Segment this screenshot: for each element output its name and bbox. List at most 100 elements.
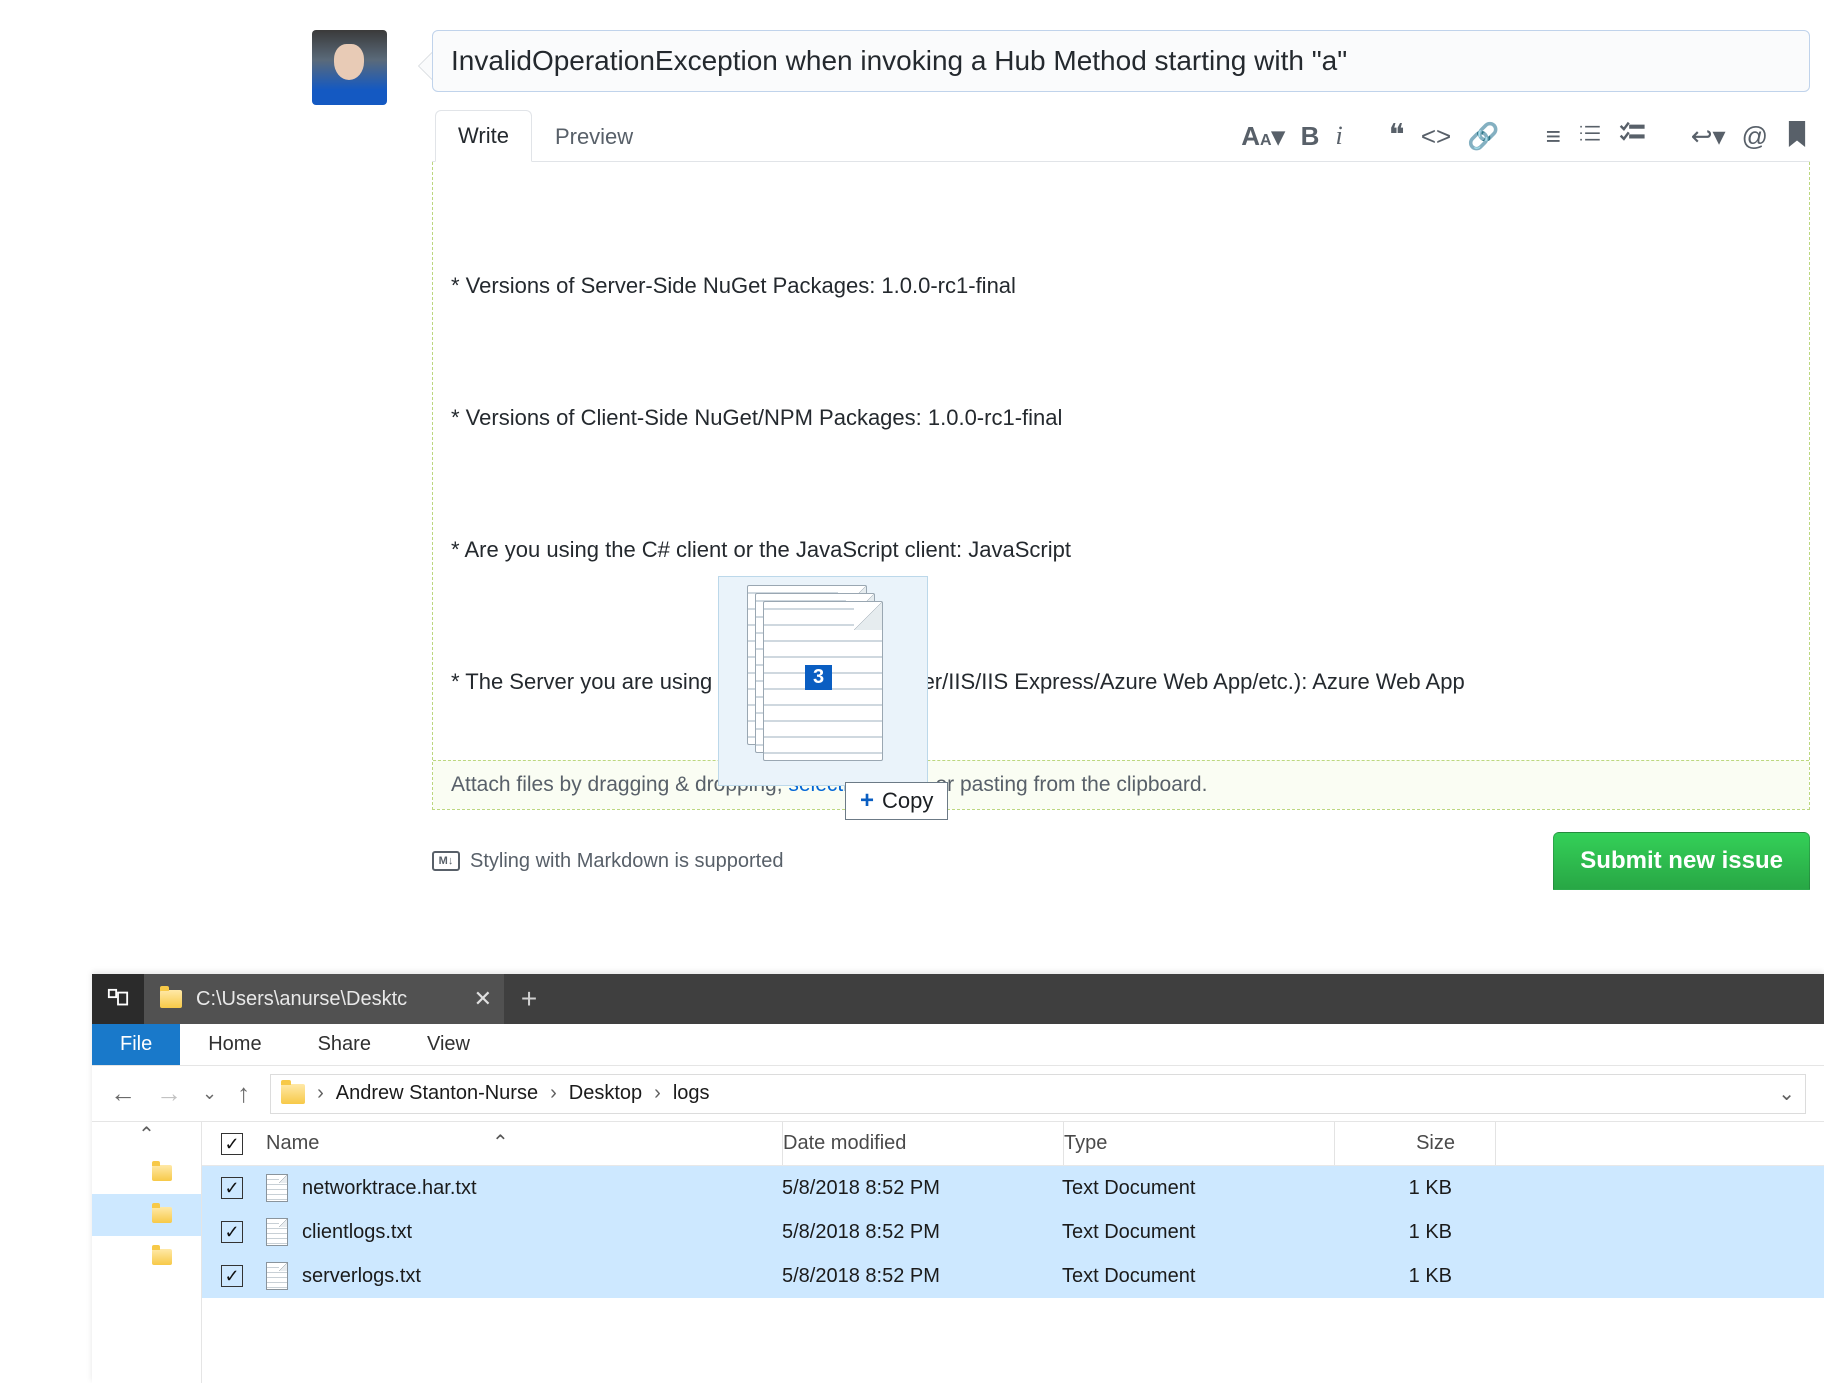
chevron-right-icon[interactable]: › <box>317 1082 324 1105</box>
markdown-hint[interactable]: M↓ Styling with Markdown is supported <box>432 850 783 873</box>
breadcrumb-expand-icon[interactable]: ⌄ <box>1778 1081 1795 1106</box>
row-checkbox[interactable] <box>221 1221 243 1243</box>
ribbon-view[interactable]: View <box>399 1024 498 1065</box>
file-name: clientlogs.txt <box>302 1221 412 1244</box>
tab-write[interactable]: Write <box>435 110 532 162</box>
ribbon-share[interactable]: Share <box>290 1024 399 1065</box>
code-icon[interactable]: <> <box>1421 123 1451 149</box>
select-all-checkbox[interactable] <box>221 1133 243 1155</box>
github-issue-composer: Write Preview AA▾ B i ❝ <> 🔗 ≡ <box>312 30 1692 890</box>
breadcrumb-segment[interactable]: Desktop <box>569 1082 642 1105</box>
file-type: Text Document <box>1062 1221 1332 1244</box>
bullet-list-icon[interactable]: ≡ <box>1546 123 1561 149</box>
drag-preview: 3 <box>718 576 928 786</box>
explorer-navbar: ← → ⌄ ↑ › Andrew Stanton-Nurse › Desktop… <box>92 1066 1824 1122</box>
submit-issue-button[interactable]: Submit new issue <box>1553 832 1810 890</box>
text-size-icon[interactable]: AA▾ <box>1241 123 1284 149</box>
file-type: Text Document <box>1062 1177 1332 1200</box>
sort-asc-icon: ⌃ <box>492 1130 509 1155</box>
tree-scroll-up-icon[interactable]: ⌃ <box>92 1122 201 1147</box>
text-file-icon <box>266 1262 288 1290</box>
file-size: 1 KB <box>1332 1265 1492 1288</box>
ribbon-file[interactable]: File <box>92 1024 180 1065</box>
tree-item[interactable] <box>92 1236 201 1278</box>
tree-item[interactable] <box>92 1152 201 1194</box>
new-tab-button[interactable]: + <box>504 974 554 1024</box>
nav-recent-icon[interactable]: ⌄ <box>202 1083 217 1104</box>
tab-overview-icon[interactable] <box>92 974 144 1024</box>
drag-copy-tooltip: + Copy <box>845 782 948 820</box>
folder-icon <box>160 990 182 1008</box>
file-date: 5/8/2018 8:52 PM <box>782 1177 1062 1200</box>
mention-icon[interactable]: @ <box>1742 123 1768 149</box>
close-tab-icon[interactable]: ✕ <box>474 986 492 1012</box>
file-type: Text Document <box>1062 1265 1332 1288</box>
plus-icon: + <box>860 787 874 815</box>
text-file-icon <box>266 1174 288 1202</box>
row-checkbox[interactable] <box>221 1177 243 1199</box>
body-line: * Are you using the C# client or the Jav… <box>451 528 1791 572</box>
breadcrumb-bar[interactable]: › Andrew Stanton-Nurse › Desktop › logs … <box>270 1074 1806 1114</box>
chevron-right-icon[interactable]: › <box>550 1082 557 1105</box>
column-type[interactable]: Type <box>1064 1132 1334 1155</box>
folder-icon <box>152 1165 172 1181</box>
tab-preview[interactable]: Preview <box>532 111 656 162</box>
file-name: networktrace.har.txt <box>302 1177 477 1200</box>
explorer-ribbon: File Home Share View <box>92 1024 1824 1066</box>
markdown-icon: M↓ <box>432 851 460 871</box>
tree-item[interactable] <box>92 1194 201 1236</box>
editor-tabs: Write Preview AA▾ B i ❝ <> 🔗 ≡ <box>432 106 1810 162</box>
column-size[interactable]: Size <box>1335 1132 1495 1155</box>
bold-icon[interactable]: B <box>1301 123 1320 149</box>
column-date[interactable]: Date modified <box>783 1132 1063 1155</box>
editor-container: * Versions of Server-Side NuGet Packages… <box>432 162 1810 810</box>
file-date: 5/8/2018 8:52 PM <box>782 1221 1062 1244</box>
ribbon-home[interactable]: Home <box>180 1024 289 1065</box>
file-explorer-window: C:\Users\anurse\Desktc ✕ + File Home Sha… <box>92 974 1824 1383</box>
task-list-icon[interactable] <box>1619 121 1645 151</box>
issue-title-input[interactable] <box>432 30 1810 92</box>
quote-icon[interactable]: ❝ <box>1389 121 1405 151</box>
nav-back-icon[interactable]: ← <box>110 1078 136 1109</box>
nav-up-icon[interactable]: ↑ <box>237 1078 250 1109</box>
speech-pointer <box>418 52 432 80</box>
avatar[interactable] <box>312 30 387 105</box>
file-name: serverlogs.txt <box>302 1265 421 1288</box>
file-size: 1 KB <box>1332 1221 1492 1244</box>
folder-icon <box>152 1249 172 1265</box>
file-date: 5/8/2018 8:52 PM <box>782 1265 1062 1288</box>
file-row[interactable]: networktrace.har.txt 5/8/2018 8:52 PM Te… <box>202 1166 1824 1210</box>
text-file-icon <box>266 1218 288 1246</box>
chevron-right-icon[interactable]: › <box>654 1082 661 1105</box>
body-line: * The Server you are using (Kestrel/Http… <box>451 660 1791 704</box>
list-header: Name⌃ Date modified Type Size <box>202 1122 1824 1166</box>
reply-icon[interactable]: ↩▾ <box>1691 123 1726 149</box>
explorer-tree[interactable]: ⌃ <box>92 1122 202 1383</box>
body-line: * Versions of Client-Side NuGet/NPM Pack… <box>451 396 1791 440</box>
explorer-tab-label: C:\Users\anurse\Desktc <box>196 988 460 1011</box>
explorer-file-list: Name⌃ Date modified Type Size networktra… <box>202 1122 1824 1383</box>
attach-hint: Attach files by dragging & dropping, sel… <box>433 760 1809 809</box>
formatting-toolbar: AA▾ B i ❝ <> 🔗 ≡ ↩▾ @ <box>1241 121 1810 151</box>
row-checkbox[interactable] <box>221 1265 243 1287</box>
explorer-titlebar: C:\Users\anurse\Desktc ✕ + <box>92 974 1824 1024</box>
bookmark-icon[interactable] <box>1784 121 1810 151</box>
breadcrumb-segment[interactable]: Andrew Stanton-Nurse <box>336 1082 538 1105</box>
folder-icon <box>281 1084 305 1104</box>
file-row[interactable]: serverlogs.txt 5/8/2018 8:52 PM Text Doc… <box>202 1254 1824 1298</box>
issue-body-textarea[interactable]: * Versions of Server-Side NuGet Packages… <box>433 162 1809 760</box>
compose-panel: Write Preview AA▾ B i ❝ <> 🔗 ≡ <box>432 30 1810 890</box>
italic-icon[interactable]: i <box>1335 123 1342 149</box>
explorer-body: ⌃ Name⌃ Date modified Type Size networkt… <box>92 1122 1824 1383</box>
compose-footer: M↓ Styling with Markdown is supported Su… <box>432 832 1810 890</box>
explorer-tab[interactable]: C:\Users\anurse\Desktc ✕ <box>144 974 504 1024</box>
file-size: 1 KB <box>1332 1177 1492 1200</box>
numbered-list-icon[interactable] <box>1577 121 1603 151</box>
breadcrumb-segment[interactable]: logs <box>673 1082 710 1105</box>
column-name[interactable]: Name⌃ <box>262 1132 782 1155</box>
body-line: * Versions of Server-Side NuGet Packages… <box>451 264 1791 308</box>
link-icon[interactable]: 🔗 <box>1467 123 1499 149</box>
nav-forward-icon[interactable]: → <box>156 1078 182 1109</box>
folder-icon <box>152 1207 172 1223</box>
file-row[interactable]: clientlogs.txt 5/8/2018 8:52 PM Text Doc… <box>202 1210 1824 1254</box>
